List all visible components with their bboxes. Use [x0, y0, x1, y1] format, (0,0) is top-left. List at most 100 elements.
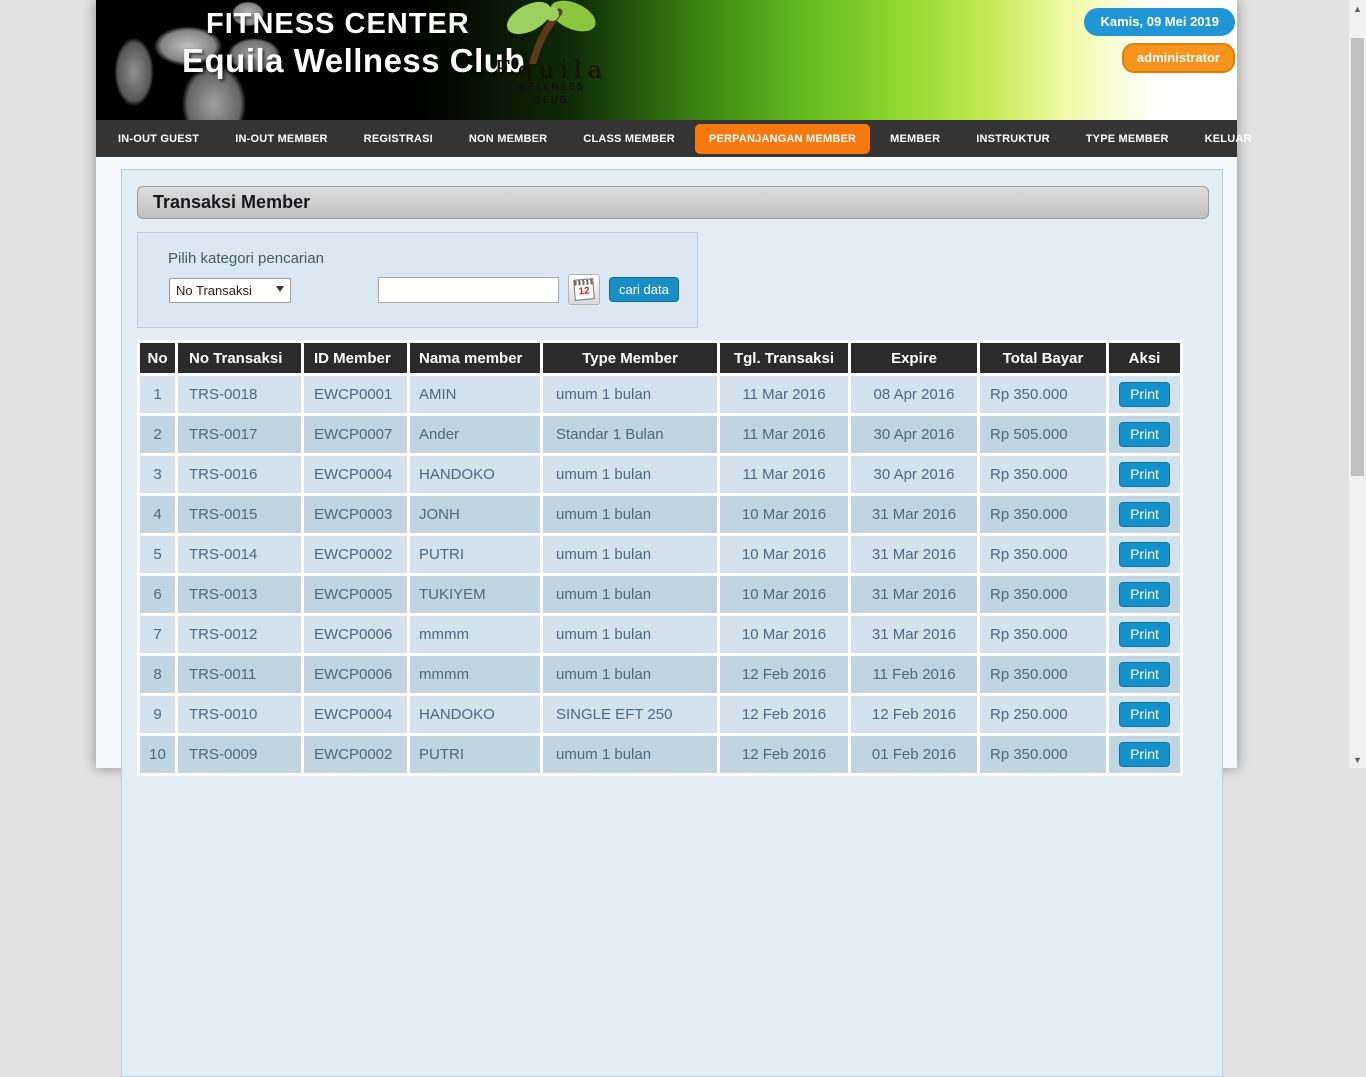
cell-aksi: Print	[1109, 376, 1180, 413]
cell-aksi: Print	[1109, 456, 1180, 493]
cell-expire: 30 Apr 2016	[851, 416, 977, 453]
cell-tgl-transaksi: 10 Mar 2016	[720, 576, 848, 613]
cell-total-bayar: Rp 350.000	[980, 576, 1106, 613]
cell-no-transaksi: TRS-0014	[178, 536, 301, 573]
cell-nama-member: Ander	[410, 416, 540, 453]
table-row: 7TRS-0012EWCP0006mmmmumum 1 bulan10 Mar …	[140, 616, 1180, 653]
cell-expire: 31 Mar 2016	[851, 536, 977, 573]
print-button[interactable]: Print	[1119, 742, 1170, 767]
cell-aksi: Print	[1109, 496, 1180, 533]
nav-item-type-member[interactable]: TYPE MEMBER	[1068, 124, 1187, 154]
equila-logo: Equila Wellness Club	[491, 0, 611, 107]
col-header-aksi: Aksi	[1109, 343, 1180, 373]
cell-total-bayar: Rp 350.000	[980, 736, 1106, 773]
cell-expire: 31 Mar 2016	[851, 496, 977, 533]
print-button[interactable]: Print	[1119, 702, 1170, 727]
col-header-type-member: Type Member	[543, 343, 717, 373]
cell-id-member: EWCP0006	[304, 656, 407, 693]
nav-item-in-out-member[interactable]: IN-OUT MEMBER	[217, 124, 345, 154]
print-button[interactable]: Print	[1119, 542, 1170, 567]
cell-total-bayar: Rp 350.000	[980, 536, 1106, 573]
cell-no: 9	[140, 696, 175, 733]
search-submit-button[interactable]: cari data	[609, 277, 679, 302]
print-button[interactable]: Print	[1119, 382, 1170, 407]
table-row: 4TRS-0015EWCP0003JONHumum 1 bulan10 Mar …	[140, 496, 1180, 533]
cell-id-member: EWCP0004	[304, 696, 407, 733]
logo-text: Equila	[491, 58, 611, 82]
calendar-button[interactable]: 12	[568, 274, 600, 305]
header-banner: FITNESS CENTER Equila Wellness Club Equi…	[96, 0, 1237, 120]
table-row: 3TRS-0016EWCP0004HANDOKOumum 1 bulan11 M…	[140, 456, 1180, 493]
col-header-expire: Expire	[851, 343, 977, 373]
cell-tgl-transaksi: 11 Mar 2016	[720, 416, 848, 453]
nav-item-registrasi[interactable]: REGISTRASI	[346, 124, 451, 154]
print-button[interactable]: Print	[1119, 502, 1170, 527]
print-button[interactable]: Print	[1119, 422, 1170, 447]
cell-expire: 31 Mar 2016	[851, 576, 977, 613]
cell-expire: 11 Feb 2016	[851, 656, 977, 693]
cell-no-transaksi: TRS-0011	[178, 656, 301, 693]
cell-total-bayar: Rp 350.000	[980, 376, 1106, 413]
cell-aksi: Print	[1109, 616, 1180, 653]
cell-no-transaksi: TRS-0010	[178, 696, 301, 733]
table-row: 8TRS-0011EWCP0006mmmmumum 1 bulan12 Feb …	[140, 656, 1180, 693]
col-header-nama-member: Nama member	[410, 343, 540, 373]
cell-id-member: EWCP0001	[304, 376, 407, 413]
scrollbar-thumb[interactable]	[1351, 38, 1364, 476]
nav-item-instruktur[interactable]: INSTRUKTUR	[958, 124, 1068, 154]
cell-total-bayar: Rp 350.000	[980, 616, 1106, 653]
cell-type-member: umum 1 bulan	[543, 576, 717, 613]
scroll-up-arrow-icon[interactable]: ▲	[1349, 0, 1366, 17]
print-button[interactable]: Print	[1119, 622, 1170, 647]
user-badge[interactable]: administrator	[1122, 43, 1235, 73]
nav-item-member[interactable]: MEMBER	[872, 124, 958, 154]
cell-no-transaksi: TRS-0018	[178, 376, 301, 413]
table-row: 2TRS-0017EWCP0007AnderStandar 1 Bulan11 …	[140, 416, 1180, 453]
cell-id-member: EWCP0007	[304, 416, 407, 453]
transactions-table: NoNo TransaksiID MemberNama memberType M…	[137, 340, 1183, 776]
cell-type-member: umum 1 bulan	[543, 536, 717, 573]
cell-type-member: SINGLE EFT 250	[543, 696, 717, 733]
page-title: Transaksi Member	[137, 186, 1209, 219]
search-input[interactable]	[378, 277, 559, 303]
nav-item-non-member[interactable]: NON MEMBER	[451, 124, 565, 154]
calendar-day: 12	[575, 284, 594, 300]
cell-total-bayar: Rp 350.000	[980, 456, 1106, 493]
nav-item-keluar[interactable]: KELUAR	[1187, 124, 1270, 154]
nav-item-perpanjangan-member[interactable]: PERPANJANGAN MEMBER	[695, 124, 870, 154]
content-panel: Transaksi Member Pilih kategori pencaria…	[121, 169, 1223, 1077]
calendar-icon: 12	[573, 278, 595, 301]
search-panel: Pilih kategori pencarian No Transaksi 12…	[137, 232, 698, 328]
cell-expire: 01 Feb 2016	[851, 736, 977, 773]
date-badge: Kamis, 09 Mei 2019	[1084, 8, 1235, 36]
scroll-down-arrow-icon[interactable]: ▼	[1349, 751, 1366, 768]
cell-tgl-transaksi: 12 Feb 2016	[720, 696, 848, 733]
table-header-row: NoNo TransaksiID MemberNama memberType M…	[140, 343, 1180, 373]
cell-no: 8	[140, 656, 175, 693]
cell-tgl-transaksi: 10 Mar 2016	[720, 616, 848, 653]
nav-item-class-member[interactable]: CLASS MEMBER	[565, 124, 693, 154]
banner-title-top: FITNESS CENTER	[206, 8, 470, 41]
cell-nama-member: TUKIYEM	[410, 576, 540, 613]
main-area: Transaksi Member Pilih kategori pencaria…	[96, 157, 1237, 1077]
cell-id-member: EWCP0002	[304, 736, 407, 773]
cell-type-member: umum 1 bulan	[543, 656, 717, 693]
cell-no-transaksi: TRS-0016	[178, 456, 301, 493]
cell-no-transaksi: TRS-0009	[178, 736, 301, 773]
cell-type-member: umum 1 bulan	[543, 456, 717, 493]
print-button[interactable]: Print	[1119, 462, 1170, 487]
print-button[interactable]: Print	[1119, 662, 1170, 687]
cell-aksi: Print	[1109, 736, 1180, 773]
cell-expire: 08 Apr 2016	[851, 376, 977, 413]
cell-no: 10	[140, 736, 175, 773]
scrollbar[interactable]: ▲ ▼	[1349, 0, 1366, 768]
cell-no-transaksi: TRS-0015	[178, 496, 301, 533]
main-nav: IN-OUT GUESTIN-OUT MEMBERREGISTRASINON M…	[96, 120, 1237, 157]
cell-no: 1	[140, 376, 175, 413]
search-category-select[interactable]: No Transaksi	[169, 278, 291, 303]
print-button[interactable]: Print	[1119, 582, 1170, 607]
cell-id-member: EWCP0002	[304, 536, 407, 573]
table-row: 1TRS-0018EWCP0001AMINumum 1 bulan11 Mar …	[140, 376, 1180, 413]
cell-no: 7	[140, 616, 175, 653]
nav-item-in-out-guest[interactable]: IN-OUT GUEST	[100, 124, 217, 154]
